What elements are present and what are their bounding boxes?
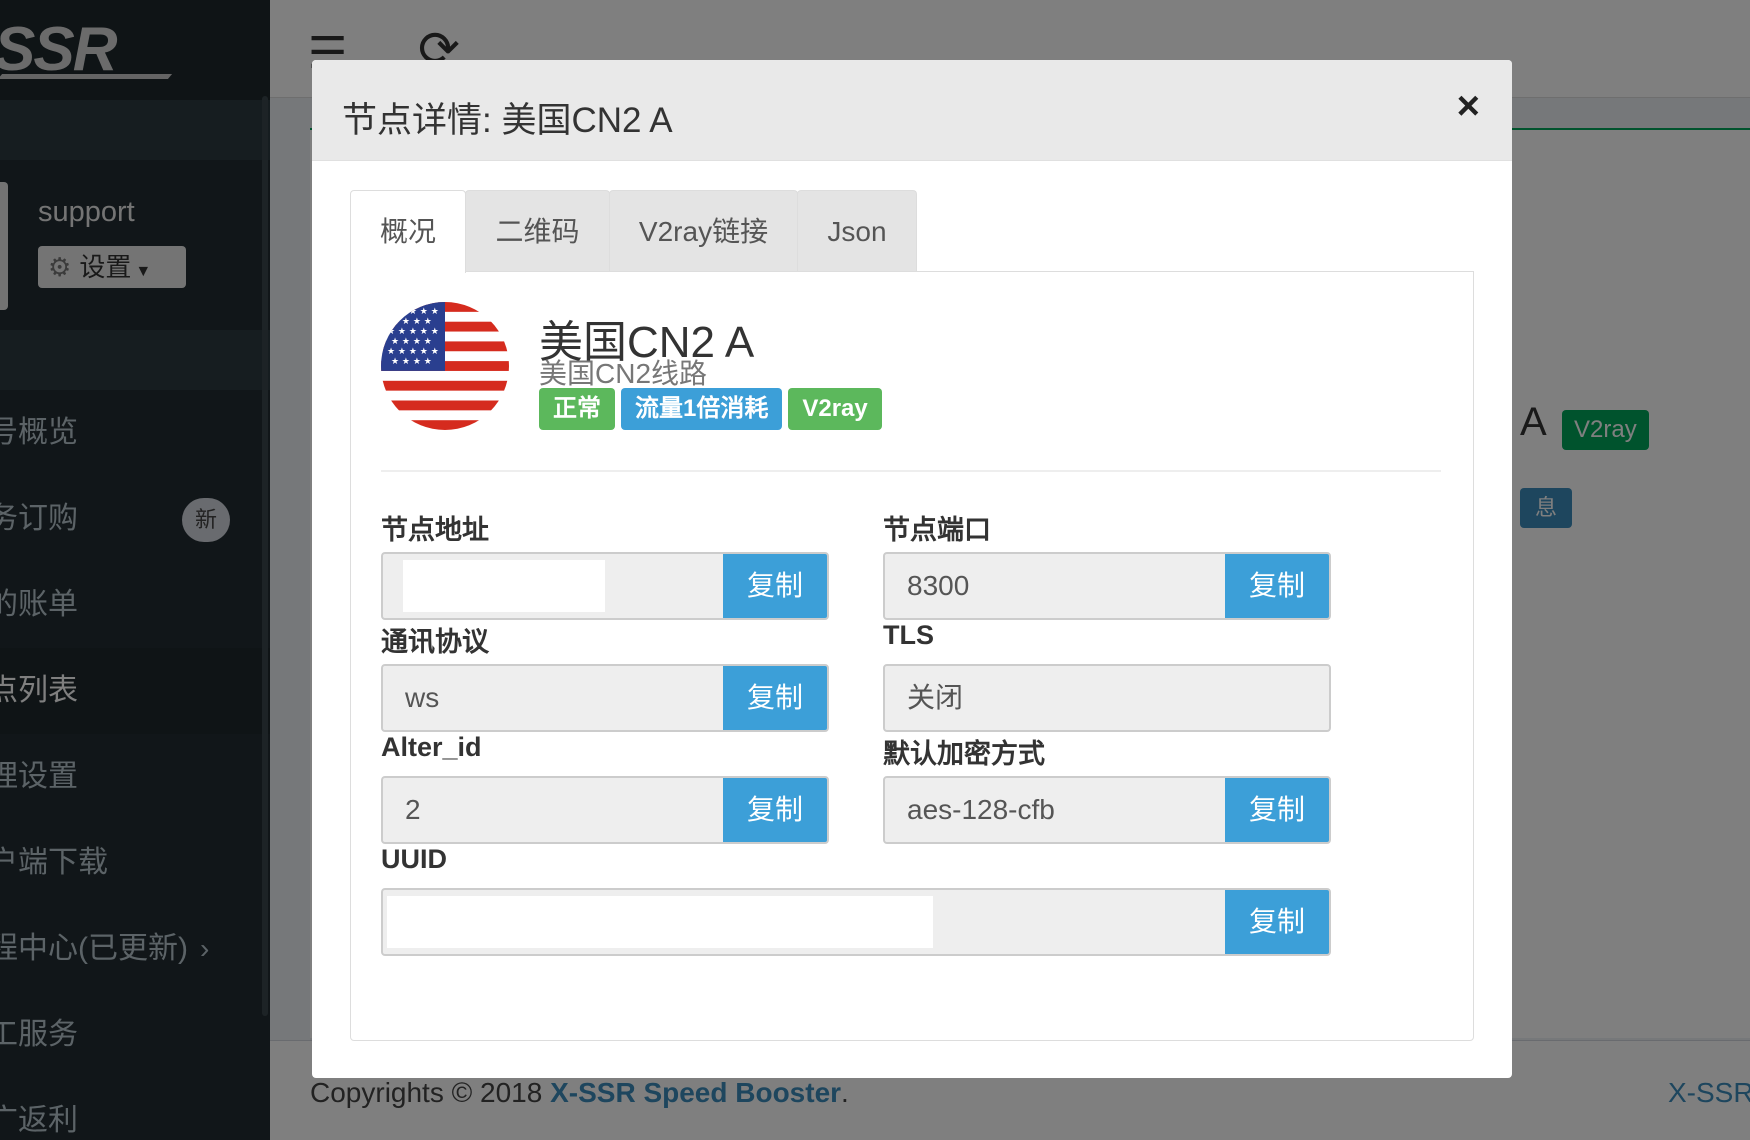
overview-panel: ★ ★ ★ ★ ★ ★ ★ ★ ★ ★ ★ ★ ★ ★ ★ ★ ★ ★ ★ ★ … [350,271,1474,1041]
copy-port-button[interactable]: 复制 [1225,554,1329,618]
copy-encryption-button[interactable]: 复制 [1225,778,1329,842]
encryption-value: aes-128-cfb [907,794,1055,825]
protocol-value: ws [405,682,440,713]
encryption-field[interactable]: aes-128-cfb 复制 [883,776,1331,844]
port-label: 节点端口 [883,515,991,545]
traffic-rate-badge: 流量1倍消耗 [621,388,783,430]
status-badge: 正常 [539,388,615,430]
uuid-value-redacted [387,896,933,948]
encryption-label: 默认加密方式 [883,739,1045,769]
protocol-field[interactable]: ws 复制 [381,664,829,732]
copy-protocol-button[interactable]: 复制 [723,666,827,730]
alter-id-label: Alter_id [381,732,482,762]
protocol-badge: V2ray [788,388,882,430]
svg-text:★ ★ ★ ★ ★: ★ ★ ★ ★ ★ [387,327,439,337]
modal-header: 节点详情: 美国CN2 A × [312,60,1512,161]
svg-text:★ ★ ★ ★ ★: ★ ★ ★ ★ ★ [387,307,439,317]
uuid-label: UUID [381,844,447,874]
divider [381,470,1441,472]
us-flag-icon: ★ ★ ★ ★ ★ ★ ★ ★ ★ ★ ★ ★ ★ ★ ★ ★ ★ ★ ★ ★ … [381,302,509,430]
node-detail-modal: 节点详情: 美国CN2 A × 概况 二维码 V2ray链接 Json ★ ★ … [312,60,1512,1078]
node-description: 美国CN2线路 [539,358,708,389]
svg-text:★ ★ ★ ★: ★ ★ ★ ★ [391,357,432,367]
tab-qrcode[interactable]: 二维码 [465,190,610,272]
svg-text:★ ★ ★ ★ ★: ★ ★ ★ ★ ★ [387,347,439,357]
modal-title: 节点详情: 美国CN2 A [342,101,673,140]
svg-text:★ ★ ★ ★: ★ ★ ★ ★ [391,317,432,327]
copy-uuid-button[interactable]: 复制 [1225,890,1329,954]
close-icon[interactable]: × [1457,86,1480,126]
copy-address-button[interactable]: 复制 [723,554,827,618]
tls-value: 关闭 [907,682,964,713]
node-badges: 正常 流量1倍消耗 V2ray [539,388,888,430]
uuid-field[interactable]: 复制 [381,888,1331,956]
port-field[interactable]: 8300 复制 [883,552,1331,620]
port-value: 8300 [907,570,970,601]
svg-text:★ ★ ★ ★: ★ ★ ★ ★ [391,337,432,347]
address-field[interactable]: 复制 [381,552,829,620]
tab-json[interactable]: Json [797,190,917,272]
protocol-label: 通讯协议 [381,627,489,657]
tls-label: TLS [883,620,934,650]
address-value-redacted [403,560,605,612]
address-label: 节点地址 [381,515,489,545]
alter-id-value: 2 [405,794,421,825]
copy-alter-id-button[interactable]: 复制 [723,778,827,842]
tab-overview[interactable]: 概况 [350,190,466,273]
alter-id-field[interactable]: 2 复制 [381,776,829,844]
tab-v2ray-link[interactable]: V2ray链接 [609,190,798,272]
tls-field[interactable]: 关闭 [883,664,1331,732]
